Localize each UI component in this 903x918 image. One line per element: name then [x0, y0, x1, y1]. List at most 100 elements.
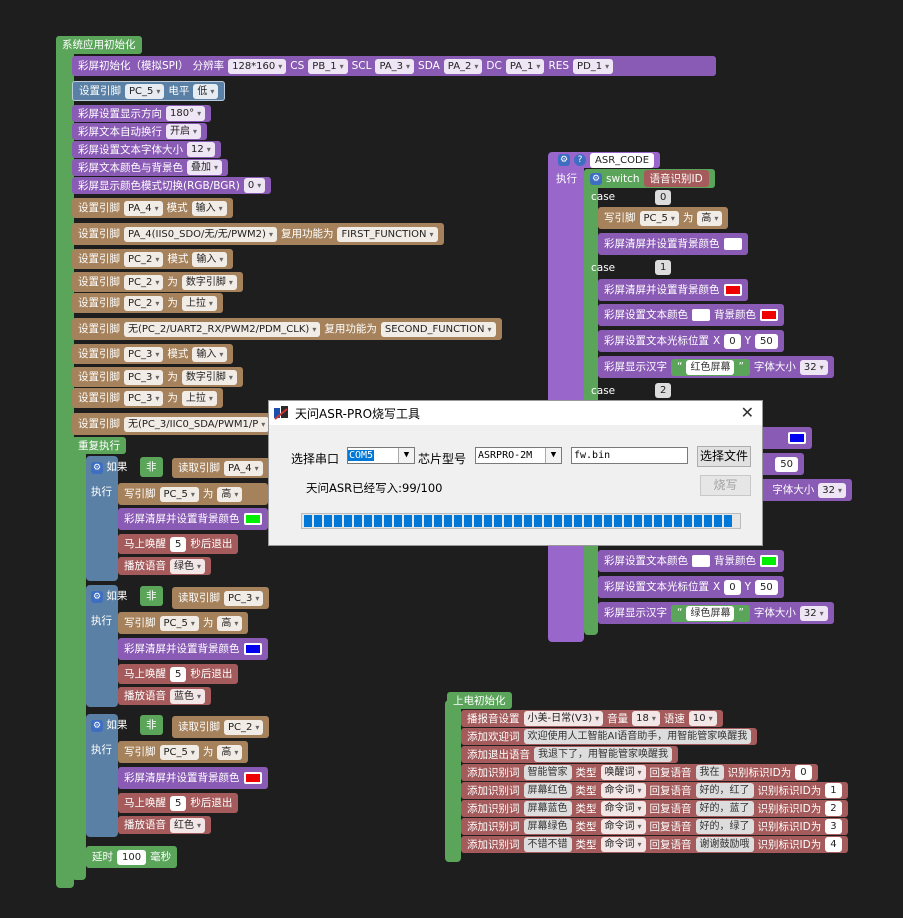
color-swatch[interactable]	[692, 309, 710, 321]
id-input[interactable]: 3	[825, 819, 842, 834]
reply-input[interactable]: 好的，绿了	[695, 819, 754, 834]
clear-screen-block[interactable]: 彩屏清屏并设置背景颜色	[118, 767, 268, 789]
choose-file-button[interactable]: 选择文件	[697, 446, 751, 467]
asr-hat[interactable]: ⚙? ASR_CODE	[552, 152, 661, 168]
dir-block[interactable]: 彩屏设置显示方向 180°	[72, 105, 212, 122]
case-value[interactable]: 0	[655, 190, 672, 205]
chevron-down-icon[interactable]: ▼	[398, 448, 414, 463]
welcome-block[interactable]: 添加欢迎词 欢迎使用人工智能AI语音助手，用智能管家唤醒我	[461, 728, 758, 745]
chevron-down-icon[interactable]: ▼	[545, 448, 561, 463]
pull-dropdown[interactable]: 上拉	[181, 295, 217, 311]
set-pin-pull-block[interactable]: 设置引脚 PC_2为上拉	[72, 293, 223, 313]
pin-dropdown[interactable]: 无(PC_3/IIC0_SDA/PWM1/P	[124, 416, 270, 432]
fontsize-block[interactable]: 彩屏设置文本字体大小 12	[72, 141, 221, 158]
type-dropdown[interactable]: 唤醒词	[600, 765, 646, 780]
delay-block[interactable]: 延时 100 毫秒	[86, 846, 178, 868]
set-pin-type-block[interactable]: 设置引脚 PC_3为数字引脚	[72, 367, 243, 387]
pin-dropdown[interactable]: PC_5	[639, 210, 679, 226]
write-pin-block[interactable]: 写引脚PC_5为高	[118, 483, 268, 505]
pull-dropdown[interactable]: 上拉	[181, 390, 217, 406]
pin-dropdown[interactable]: PC_2	[124, 295, 164, 311]
fontsize-dropdown[interactable]: 12	[187, 142, 215, 157]
pin-dropdown[interactable]: PC_5	[125, 83, 165, 99]
id-input[interactable]: 2	[825, 801, 842, 816]
mode-dropdown[interactable]: 输入	[192, 251, 228, 267]
chip-select[interactable]: ASRPRO-2M ▼	[475, 447, 562, 464]
word-input[interactable]: 屏幕红色	[523, 783, 572, 798]
pin-dropdown[interactable]: PA_4	[124, 200, 163, 216]
show-text-block[interactable]: 彩屏显示汉字 “绿色屏幕” 字体大小 32	[598, 602, 834, 624]
read-pin-block[interactable]: 读取引脚 PC_3	[172, 587, 270, 609]
color-swatch[interactable]	[788, 432, 806, 444]
play-voice-block[interactable]: 播放语音 红色	[118, 816, 212, 834]
type-dropdown[interactable]: 命令词	[600, 819, 646, 834]
burn-button[interactable]: 烧写	[700, 475, 751, 496]
burn-tool-dialog[interactable]: 天问ASR-PRO烧写工具 ✕ 选择串口 COM5 ▼ 芯片型号 ASRPRO-2…	[268, 400, 763, 546]
set-pin-type-block[interactable]: 设置引脚 PC_2为数字引脚	[72, 272, 243, 292]
clear-screen-block[interactable]: 彩屏清屏并设置背景颜色	[598, 279, 748, 301]
add-word-block[interactable]: 添加识别词不错不错类型命令词回复语音谢谢鼓励哦识别标识ID为4	[461, 836, 848, 853]
text-color-block[interactable]: 彩屏设置文本颜色 背景颜色	[598, 550, 784, 572]
gear-icon[interactable]: ⚙	[91, 462, 103, 474]
dialog-titlebar[interactable]: 天问ASR-PRO烧写工具	[269, 401, 762, 425]
seconds-input[interactable]: 5	[170, 666, 187, 682]
gear-icon[interactable]: ⚙	[558, 154, 570, 166]
add-word-block[interactable]: 添加识别词屏幕绿色类型命令词回复语音好的，绿了识别标识ID为3	[461, 818, 848, 835]
gear-icon[interactable]: ⚙	[91, 591, 103, 603]
pin-dropdown[interactable]: PC_2	[224, 719, 264, 735]
color-swatch[interactable]	[243, 643, 262, 655]
case-value[interactable]: 2	[655, 383, 672, 398]
power-hat[interactable]: 上电初始化	[447, 692, 512, 709]
text-input[interactable]: 红色屏幕	[686, 359, 735, 375]
hat-system-init[interactable]: 系统应用初始化	[56, 36, 142, 54]
cs-dropdown[interactable]: PB_1	[308, 58, 348, 74]
set-pin-func-block[interactable]: 设置引脚 PA_4(IIS0_SDO/无/无/PWM2)复用功能为FIRST_FU…	[72, 223, 444, 245]
pin-dropdown[interactable]: PC_5	[159, 744, 199, 760]
set-pin-mode-block[interactable]: 设置引脚 PC_3模式输入	[72, 344, 234, 364]
color-swatch[interactable]	[723, 284, 742, 296]
mode-dropdown[interactable]: 输入	[192, 346, 228, 362]
id-input[interactable]: 0	[795, 765, 812, 780]
text-input[interactable]: 绿色屏幕	[686, 605, 735, 621]
play-voice-block[interactable]: 播放语音 绿色	[118, 557, 212, 575]
seconds-input[interactable]: 5	[170, 795, 187, 811]
wrap-dropdown[interactable]: 开启	[166, 124, 202, 139]
level-dropdown[interactable]: 高	[217, 615, 243, 631]
set-pin-mode-block[interactable]: 设置引脚 PA_4模式输入	[72, 198, 233, 218]
word-input[interactable]: 屏幕绿色	[523, 819, 572, 834]
fontsize-dropdown[interactable]: 32	[799, 359, 828, 375]
pin-dropdown[interactable]: PC_3	[124, 346, 164, 362]
seconds-input[interactable]: 5	[170, 536, 187, 552]
level-dropdown[interactable]: 高	[217, 744, 243, 760]
reply-input[interactable]: 我在	[695, 765, 724, 780]
func-dropdown[interactable]: FIRST_FUNCTION	[337, 226, 438, 242]
word-input[interactable]: 智能管家	[523, 765, 572, 780]
pin-dropdown[interactable]: PC_5	[159, 615, 199, 631]
gear-icon[interactable]: ⚙	[91, 720, 103, 732]
add-word-block[interactable]: 添加识别词屏幕蓝色类型命令词回复语音好的，蓝了识别标识ID为2	[461, 800, 848, 817]
word-input[interactable]: 屏幕蓝色	[523, 801, 572, 816]
switch-block[interactable]: ⚙ switch 语音识别ID	[584, 169, 715, 188]
delay-input[interactable]: 100	[117, 849, 147, 865]
sda-dropdown[interactable]: PA_2	[443, 58, 483, 74]
reply-input[interactable]: 好的，红了	[695, 783, 754, 798]
read-pin-block[interactable]: 读取引脚 PC_2	[172, 716, 270, 738]
clear-screen-block[interactable]: 彩屏清屏并设置背景颜色	[118, 638, 268, 660]
pin-dropdown[interactable]: 无(PC_2/UART2_RX/PWM2/PDM_CLK)	[124, 321, 321, 337]
type-dropdown[interactable]: 数字引脚	[181, 369, 237, 385]
write-pin-block[interactable]: 写引脚PC_5为高	[598, 207, 729, 229]
spi-init-block[interactable]: 彩屏初始化（模拟SPI） 分辨率128*160 CSPB_1 SCLPA_3 S…	[72, 56, 716, 76]
id-input[interactable]: 1	[825, 783, 842, 798]
func-dropdown[interactable]: SECOND_FUNCTION	[380, 321, 496, 337]
y-input[interactable]: 50	[755, 579, 778, 595]
set-pin-func-block[interactable]: 设置引脚 无(PC_3/IIC0_SDA/PWM1/P	[72, 413, 272, 435]
type-dropdown[interactable]: 命令词	[600, 801, 646, 816]
pin-dropdown[interactable]: PC_3	[124, 369, 164, 385]
res-dropdown[interactable]: 128*160	[228, 58, 287, 74]
voice-dropdown[interactable]: 小美-日常(V3)	[523, 711, 604, 726]
set-pin-mode-block[interactable]: 设置引脚 PC_2模式输入	[72, 249, 234, 269]
voice-dropdown[interactable]: 绿色	[170, 558, 206, 574]
set-pin-level-block[interactable]: 设置引脚 PC_5 电平低	[72, 81, 226, 101]
cursor-block[interactable]: 彩屏设置文本光标位置 X 0 Y 50	[598, 330, 784, 352]
mode-dropdown[interactable]: 输入	[191, 200, 227, 216]
